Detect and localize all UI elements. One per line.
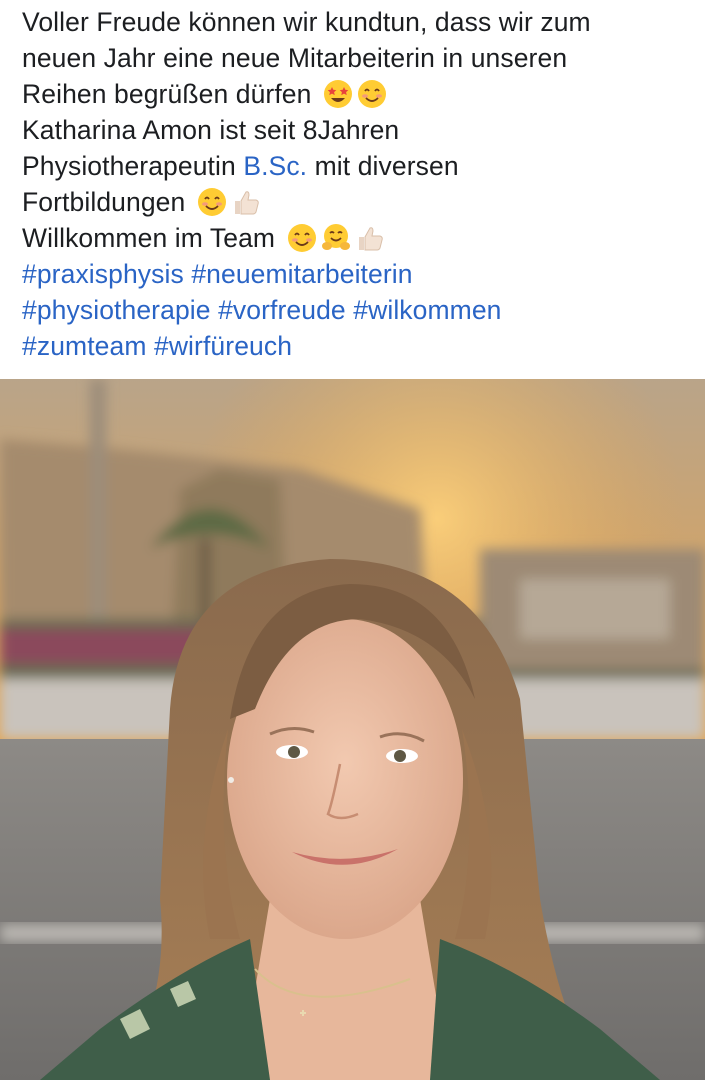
- hashtag-link[interactable]: #neuemitarbeiterin: [191, 259, 412, 289]
- post-photo[interactable]: [0, 379, 705, 1080]
- hashtag-link[interactable]: #zumteam: [22, 331, 147, 361]
- post-text: Voller Freude können wir kundtun, dass w…: [22, 4, 692, 364]
- post-line: Voller Freude können wir kundtun, dass w…: [22, 7, 591, 37]
- post-line: neuen Jahr eine neue Mitarbeiterin in un…: [22, 43, 568, 73]
- thumbs-up-icon: [358, 227, 383, 251]
- hashtag-line: #zumteam #wirfüreuch: [22, 328, 692, 364]
- star-struck-icon: [323, 80, 352, 108]
- portrait-photo-illustration: [0, 379, 705, 1080]
- smiling-face-icon: [357, 80, 386, 108]
- post-line: Fortbildungen: [22, 184, 692, 220]
- hashtag-link[interactable]: #physiotherapie: [22, 295, 211, 325]
- post-line: Willkommen im Team: [22, 220, 692, 256]
- hashtag-link[interactable]: #wirfüreuch: [154, 331, 292, 361]
- post-line: Katharina Amon ist seit 8Jahren: [22, 115, 400, 145]
- hashtag-link[interactable]: #vorfreude: [218, 295, 346, 325]
- hashtag-link[interactable]: #wilkommen: [353, 295, 501, 325]
- smiling-face-icon: [287, 224, 316, 252]
- post-line: Physiotherapeutin B.Sc. mit diversen: [22, 148, 692, 184]
- post-line-text: Physiotherapeutin: [22, 151, 244, 181]
- hashtag-link[interactable]: #praxisphysis: [22, 259, 184, 289]
- degree-link[interactable]: B.Sc.: [243, 151, 307, 181]
- hugging-face-icon: [321, 224, 350, 250]
- thumbs-up-icon: [234, 191, 259, 215]
- hashtag-line: #physiotherapie #vorfreude #wilkommen: [22, 292, 692, 328]
- post-line-text: mit diversen: [307, 151, 459, 181]
- post-line-text: Reihen begrüßen dürfen: [22, 79, 312, 109]
- post-line: Reihen begrüßen dürfen: [22, 76, 692, 112]
- post-line-text: Willkommen im Team: [22, 223, 276, 253]
- hashtag-line: #praxisphysis #neuemitarbeiterin: [22, 256, 692, 292]
- post-line-text: Fortbildungen: [22, 187, 186, 217]
- smiling-face-icon: [197, 188, 226, 216]
